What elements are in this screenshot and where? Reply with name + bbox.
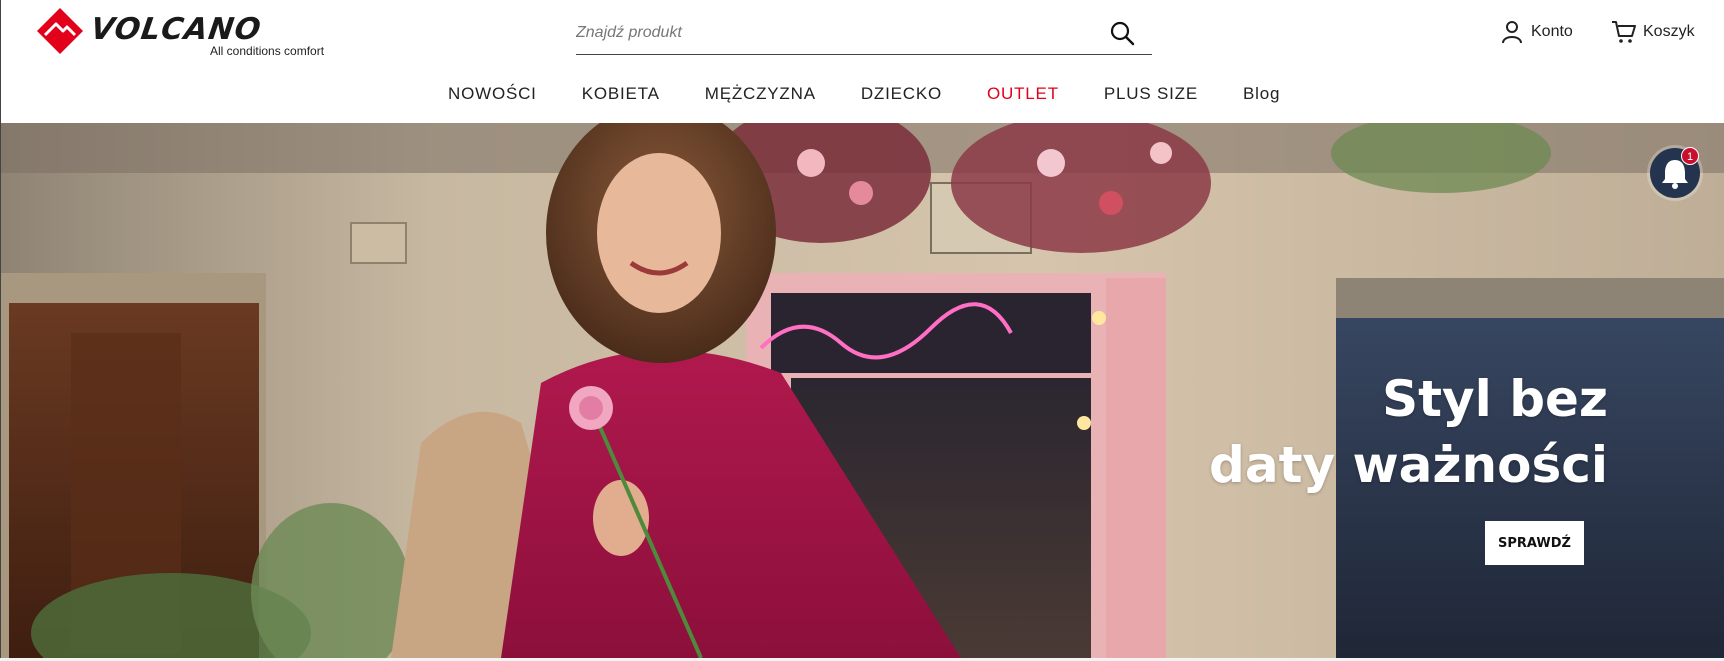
cart-label: Koszyk	[1643, 23, 1695, 40]
nav-item-dziecko[interactable]: DZIECKO	[861, 84, 942, 104]
nav-item-nowosci[interactable]: NOWOŚCI	[448, 84, 537, 104]
search-input[interactable]	[576, 18, 1076, 48]
cart-link[interactable]: Koszyk	[1611, 18, 1695, 46]
hero-banner[interactable]: Styl bez daty ważności SPRAWDŹ	[0, 123, 1724, 658]
account-link[interactable]: Konto	[1501, 18, 1573, 46]
site-header: VOLCANO All conditions comfort Konto Kos…	[0, 0, 1724, 123]
nav-item-kobieta[interactable]: KOBIETA	[582, 84, 660, 104]
nav-item-outlet[interactable]: OUTLET	[987, 84, 1059, 104]
account-label: Konto	[1531, 23, 1573, 40]
nav-item-mezczyzna[interactable]: MĘŻCZYZNA	[705, 84, 816, 104]
hero-headline: Styl bez daty ważności	[1209, 366, 1608, 498]
hero-headline-line1: Styl bez	[1382, 370, 1608, 428]
main-nav: NOWOŚCI KOBIETA MĘŻCZYZNA DZIECKO OUTLET…	[1, 84, 1724, 112]
user-icon	[1502, 21, 1522, 44]
search-icon[interactable]	[1108, 19, 1136, 47]
cart-icon	[1612, 21, 1636, 43]
notification-count-badge: 1	[1681, 147, 1699, 165]
nav-item-plus-size[interactable]: PLUS SIZE	[1104, 84, 1198, 104]
brand-logo[interactable]: VOLCANO All conditions comfort	[35, 6, 335, 60]
nav-item-blog[interactable]: Blog	[1243, 84, 1280, 104]
search-bar	[576, 14, 1152, 55]
brand-tagline: All conditions comfort	[210, 44, 325, 58]
volcano-logo-icon	[37, 8, 83, 54]
hero-cta-button[interactable]: SPRAWDŹ	[1485, 521, 1584, 565]
brand-name: VOLCANO	[88, 12, 264, 47]
hero-headline-line2: daty ważności	[1209, 436, 1608, 494]
